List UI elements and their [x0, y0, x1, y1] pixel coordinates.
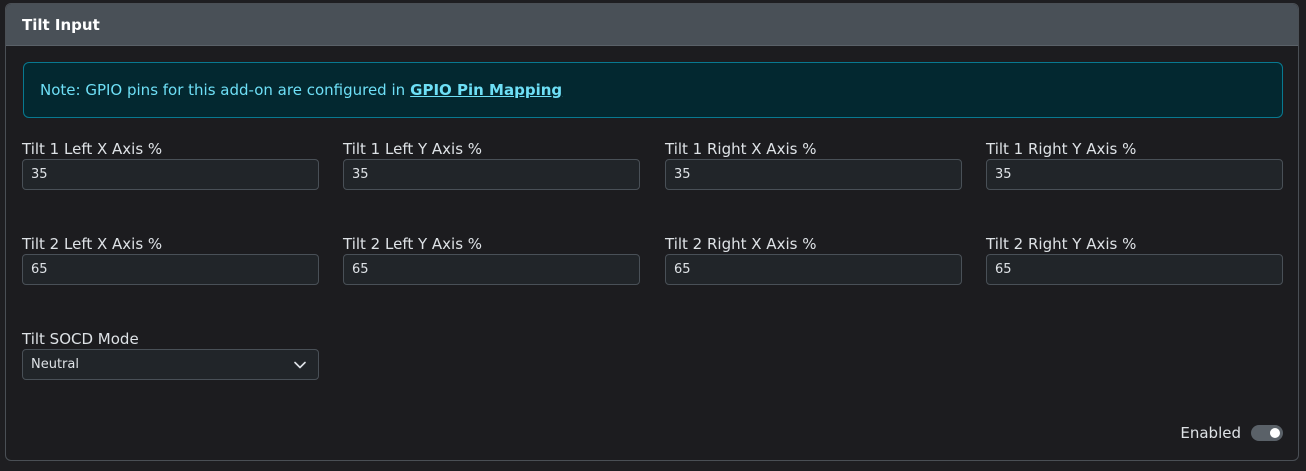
socd-selected-value: Neutral: [31, 357, 79, 372]
tilt2-right-y-input[interactable]: [986, 254, 1283, 285]
tilt1-right-y-field: Tilt 1 Right Y Axis %: [986, 139, 1283, 190]
tilt2-left-y-label: Tilt 2 Left Y Axis %: [343, 235, 483, 253]
enabled-label: Enabled: [1180, 424, 1241, 442]
tilt1-left-y-field: Tilt 1 Left Y Axis %: [343, 139, 640, 190]
card-title: Tilt Input: [6, 4, 1298, 46]
tilt2-right-x-field: Tilt 2 Right X Axis %: [665, 234, 962, 285]
tilt2-left-y-input[interactable]: [343, 254, 640, 285]
tilt1-left-x-field: Tilt 1 Left X Axis %: [22, 139, 319, 190]
tilt-input-card: Tilt Input Note: GPIO pins for this add-…: [5, 3, 1299, 461]
enabled-switch[interactable]: [1251, 425, 1283, 441]
tilt2-left-x-input[interactable]: [22, 254, 319, 285]
tilt-socd-mode-select[interactable]: Neutral: [22, 349, 319, 380]
enabled-toggle-row: Enabled: [1180, 424, 1283, 442]
tilt1-right-x-field: Tilt 1 Right X Axis %: [665, 139, 962, 190]
tilt2-left-x-label: Tilt 2 Left X Axis %: [22, 235, 163, 253]
tilt2-left-y-field: Tilt 2 Left Y Axis %: [343, 234, 640, 285]
tilt2-right-x-label: Tilt 2 Right X Axis %: [665, 235, 817, 253]
tilt-socd-mode-field: Tilt SOCD Mode Neutral: [22, 329, 319, 380]
tilt2-right-x-input[interactable]: [665, 254, 962, 285]
note-text: Note: GPIO pins for this add-on are conf…: [40, 81, 406, 99]
tilt1-left-y-label: Tilt 1 Left Y Axis %: [343, 140, 483, 158]
gpio-pin-mapping-link[interactable]: GPIO Pin Mapping: [410, 81, 562, 99]
tilt-socd-mode-label: Tilt SOCD Mode: [22, 330, 139, 348]
tilt1-right-y-label: Tilt 1 Right Y Axis %: [986, 140, 1137, 158]
tilt2-right-y-label: Tilt 2 Right Y Axis %: [986, 235, 1137, 253]
tilt1-left-x-label: Tilt 1 Left X Axis %: [22, 140, 163, 158]
tilt2-left-x-field: Tilt 2 Left X Axis %: [22, 234, 319, 285]
switch-knob: [1270, 428, 1280, 438]
gpio-note-alert: Note: GPIO pins for this add-on are conf…: [23, 62, 1283, 118]
tilt1-right-x-label: Tilt 1 Right X Axis %: [665, 140, 817, 158]
tilt1-right-y-input[interactable]: [986, 159, 1283, 190]
tilt1-left-y-input[interactable]: [343, 159, 640, 190]
tilt2-right-y-field: Tilt 2 Right Y Axis %: [986, 234, 1283, 285]
tilt1-left-x-input[interactable]: [22, 159, 319, 190]
chevron-down-icon: [294, 361, 306, 368]
tilt1-right-x-input[interactable]: [665, 159, 962, 190]
